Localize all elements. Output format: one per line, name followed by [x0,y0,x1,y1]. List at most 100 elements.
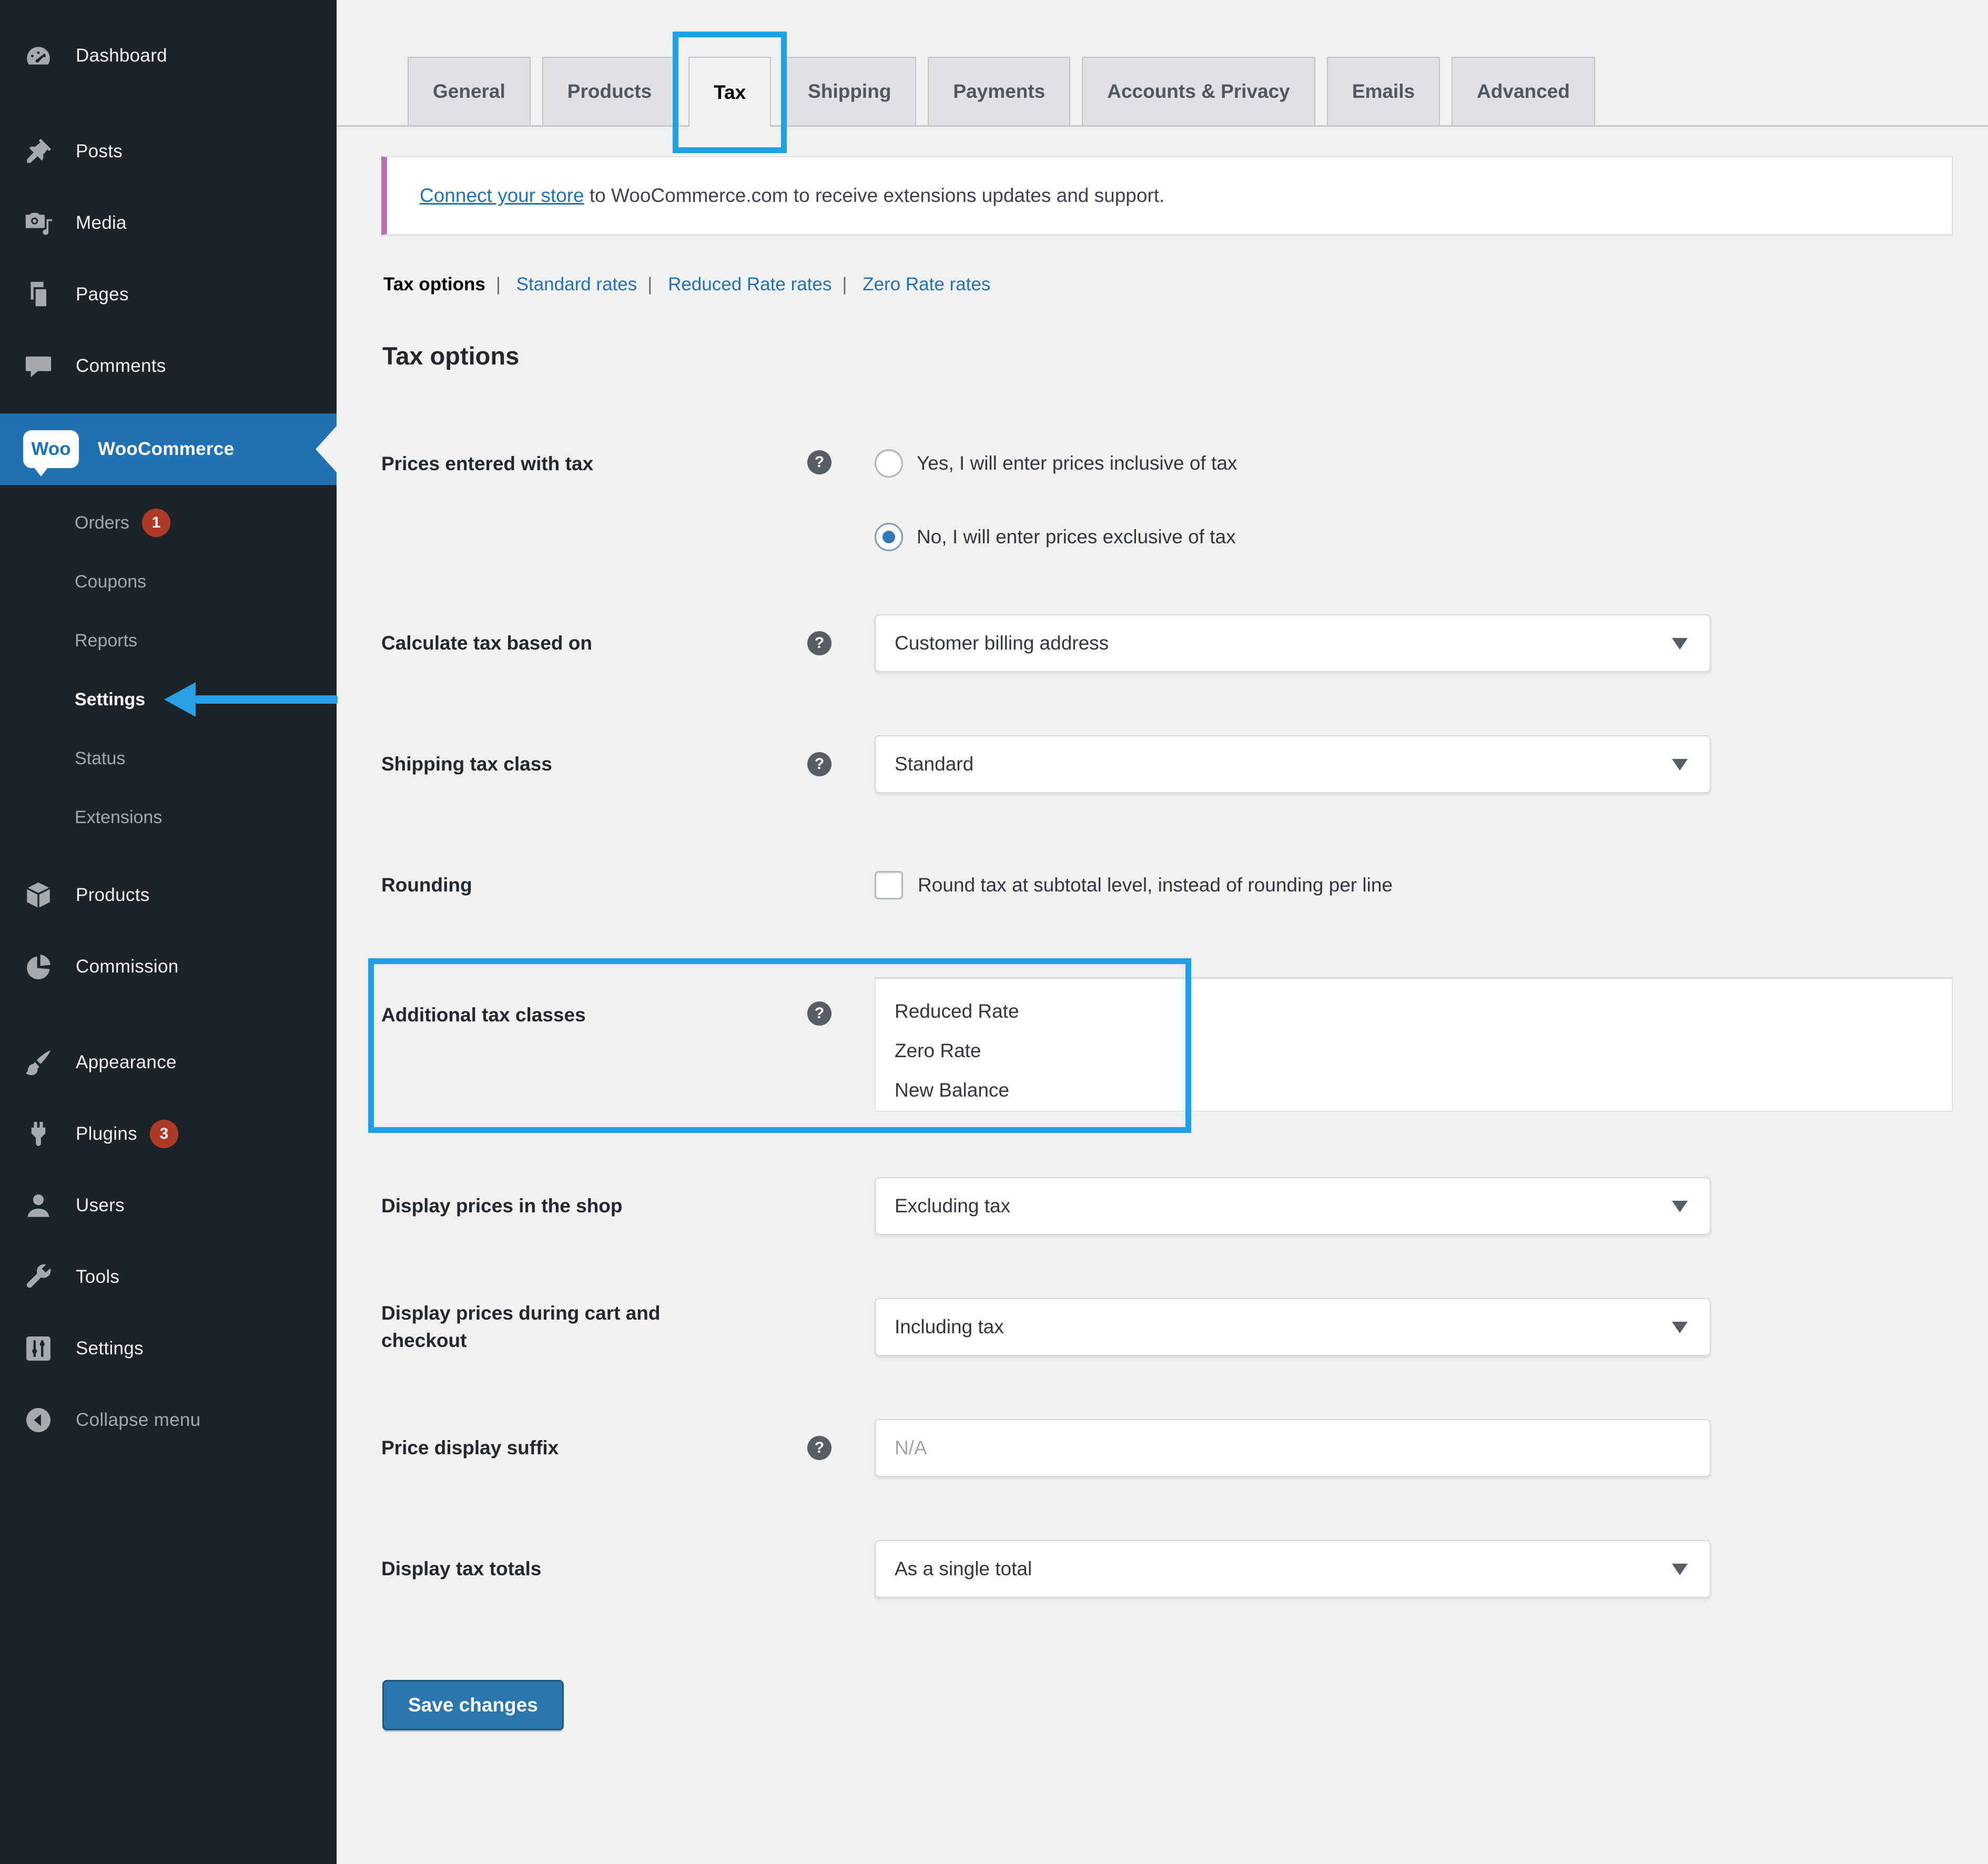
connect-store-link[interactable]: Connect your store [420,185,584,206]
woocommerce-tax-settings-page: Dashboard Posts Media Pages Commen [0,0,1988,1864]
annotation-arrow [164,682,338,717]
help-icon[interactable]: ? [807,752,831,776]
tab-general[interactable]: General [408,57,531,125]
checkbox-label: Round tax at subtotal level, instead of … [918,871,1393,899]
display-tax-totals-select[interactable]: As a single total [875,1540,1711,1598]
page-title: Tax options [381,341,1953,370]
sidebar-item-tools[interactable]: Tools [0,1241,337,1313]
subnav-separator: | [496,274,501,295]
submenu-item-coupons[interactable]: Coupons [0,552,337,611]
sidebar-item-label: Posts [76,141,123,162]
rounding-row: Rounding Round tax at subtotal level, in… [381,856,1953,914]
sidebar-item-woocommerce[interactable]: Woo WooCommerce [0,413,337,485]
select-value: As a single total [895,1558,1032,1580]
field-label: Prices entered with tax [381,449,807,478]
sidebar-item-label: Products [76,885,150,906]
sidebar-item-media[interactable]: Media [0,187,337,259]
tab-payments[interactable]: Payments [928,57,1070,125]
sidebar-item-label: Media [76,212,127,234]
help-icon[interactable]: ? [807,1436,831,1460]
sidebar-item-products[interactable]: Products [0,859,337,931]
sidebar-separator [0,402,337,413]
woocommerce-icon: Woo [23,430,79,468]
submenu-item-status[interactable]: Status [0,729,337,788]
sidebar-item-collapse-menu[interactable]: Collapse menu [0,1384,337,1456]
pages-icon [23,279,54,310]
woocommerce-submenu: Orders 1 Coupons Reports Settings Status… [0,485,337,859]
tab-tax[interactable]: Tax [688,57,771,127]
chevron-down-icon [1672,1201,1688,1212]
radio-button[interactable] [875,449,903,478]
submenu-item-orders[interactable]: Orders 1 [0,493,337,552]
prices-inclusive-radio-option[interactable]: Yes, I will enter prices inclusive of ta… [875,449,1953,478]
plugins-count-badge: 3 [150,1120,178,1148]
price-display-suffix-row: Price display suffix ? [381,1419,1953,1477]
sidebar-item-dashboard[interactable]: Dashboard [0,20,337,92]
sidebar-item-label: Settings [76,1338,144,1359]
chevron-down-icon [1672,638,1688,650]
sidebar-item-posts[interactable]: Posts [0,116,337,187]
field-label: Additional tax classes [381,977,807,1029]
submenu-item-label: Status [75,748,125,769]
chevron-down-icon [1672,1322,1688,1333]
submenu-item-label: Reports [75,631,137,651]
settings-content: General Products Tax Shipping Payments A… [337,0,1988,1864]
submenu-item-label: Orders [75,513,129,533]
field-label: Display tax totals [381,1555,807,1583]
radio-button[interactable] [875,523,903,551]
rounding-option[interactable]: Round tax at subtotal level, instead of … [875,871,1953,899]
prices-entered-with-tax-row: Prices entered with tax ? Yes, I will en… [381,449,1953,551]
connect-store-notice: Connect your store to WooCommerce.com to… [381,156,1953,235]
submenu-item-extensions[interactable]: Extensions [0,788,337,847]
submenu-item-reports[interactable]: Reports [0,611,337,670]
sidebar-item-pages[interactable]: Pages [0,259,337,330]
subnav-standard-rates[interactable]: Standard rates [516,274,637,295]
help-icon[interactable]: ? [807,631,831,655]
box-icon [23,880,54,910]
display-prices-shop-select[interactable]: Excluding tax [875,1177,1711,1235]
submenu-item-settings[interactable]: Settings [0,670,337,729]
sidebar-item-label: WooCommerce [98,439,234,460]
tab-advanced[interactable]: Advanced [1452,57,1595,125]
sidebar-item-label: Collapse menu [76,1410,200,1431]
user-icon [23,1190,54,1221]
shipping-tax-class-select[interactable]: Standard [875,735,1711,793]
field-label: Calculate tax based on [381,630,807,657]
calculate-tax-based-on-select[interactable]: Customer billing address [875,614,1711,672]
rounding-checkbox[interactable] [875,871,903,899]
orders-count-badge: 1 [142,509,170,537]
display-tax-totals-row: Display tax totals As a single total [381,1540,1953,1598]
field-label: Display prices in the shop [381,1192,807,1220]
submenu-item-label: Extensions [75,807,162,828]
help-icon[interactable]: ? [807,450,831,474]
sidebar-item-users[interactable]: Users [0,1170,337,1241]
help-icon[interactable]: ? [807,1001,831,1026]
prices-exclusive-radio-option[interactable]: No, I will enter prices exclusive of tax [875,523,1953,551]
sidebar-item-label: Dashboard [76,45,167,66]
tab-emails[interactable]: Emails [1327,57,1440,125]
sidebar-item-appearance[interactable]: Appearance [0,1027,337,1098]
pie-icon [23,951,54,982]
display-prices-cart-select[interactable]: Including tax [875,1298,1711,1356]
sidebar-item-label: Tools [76,1267,119,1288]
sidebar-item-comments[interactable]: Comments [0,330,337,402]
subnav-reduced-rate-rates[interactable]: Reduced Rate rates [668,274,831,295]
price-display-suffix-input[interactable] [875,1419,1711,1477]
field-label: Price display suffix [381,1434,807,1462]
submenu-item-label: Coupons [75,572,146,592]
sidebar-item-settings[interactable]: Settings [0,1313,337,1384]
sidebar-item-commission[interactable]: Commission [0,931,337,1002]
additional-tax-classes-textarea[interactable]: Reduced Rate Zero Rate New Balance [875,977,1953,1112]
tab-accounts-privacy[interactable]: Accounts & Privacy [1082,57,1315,125]
tab-shipping[interactable]: Shipping [783,57,916,125]
tab-products[interactable]: Products [542,57,677,125]
sidebar-item-plugins[interactable]: Plugins 3 [0,1098,337,1170]
calculate-tax-based-on-row: Calculate tax based on ? Customer billin… [381,614,1953,672]
sidebar-item-label: Users [76,1195,125,1216]
display-prices-shop-row: Display prices in the shop Excluding tax [381,1177,1953,1235]
field-label: Display prices during cart and checkout [381,1300,807,1354]
save-changes-button[interactable]: Save changes [382,1680,564,1730]
sidebar-separator [0,92,337,116]
subnav-zero-rate-rates[interactable]: Zero Rate rates [863,274,990,295]
sidebar-item-label: Plugins [76,1123,137,1144]
